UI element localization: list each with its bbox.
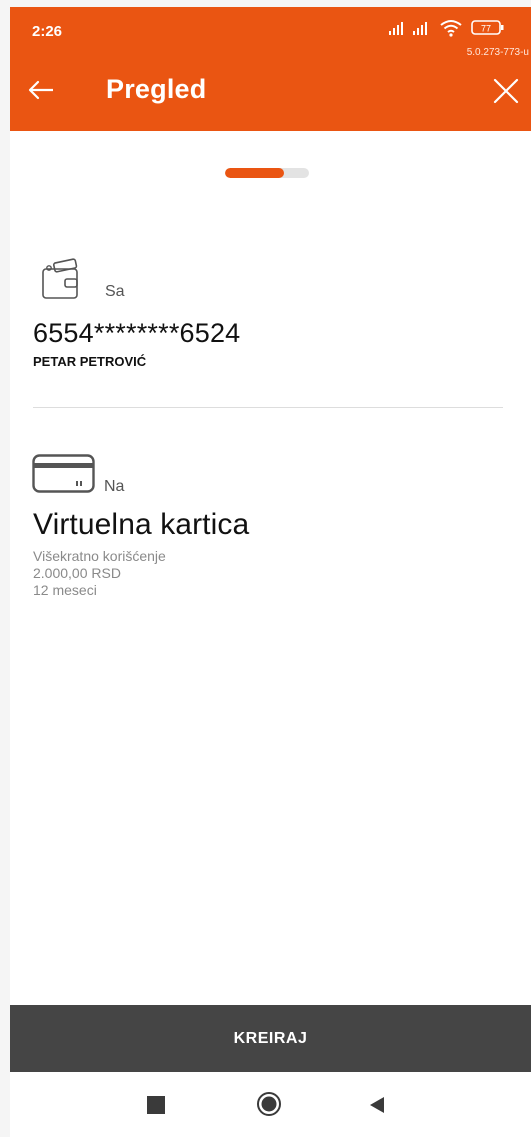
system-navbar: [10, 1072, 531, 1137]
battery-level: 77: [481, 23, 491, 33]
card-amount: 2.000,00 RSD: [33, 565, 121, 581]
step-progress-fill: [225, 168, 284, 178]
page-title: Pregled: [106, 74, 207, 104]
from-account-owner: PETAR PETROVIĆ: [33, 354, 147, 369]
section-divider: [33, 407, 503, 408]
card-duration: 12 meseci: [33, 582, 97, 598]
from-account-number: 6554********6524: [33, 318, 241, 348]
card-usage: Višekratno korišćenje: [33, 548, 166, 564]
status-time: 2:26: [32, 23, 63, 40]
home-circle-icon: [257, 1092, 281, 1116]
wifi-icon: [440, 20, 462, 37]
phone-screen: 2:26 77 5.0.273-773-u Pregled Sa 6554***…: [10, 7, 531, 1137]
arrow-left-icon: [28, 80, 53, 100]
to-label: Na: [104, 478, 125, 495]
close-button[interactable]: [489, 74, 523, 108]
status-icons: 77: [389, 19, 519, 43]
close-icon: [493, 78, 519, 104]
recent-apps-button[interactable]: [147, 1096, 165, 1114]
target-card-name: Virtuelna kartica: [33, 508, 250, 541]
system-back-button[interactable]: [368, 1096, 386, 1114]
from-label: Sa: [105, 283, 125, 300]
app-version: 5.0.273-773-u: [466, 47, 529, 58]
signal-icon: [389, 22, 403, 35]
back-triangle-icon: [370, 1097, 384, 1113]
signal-icon-2: [413, 22, 427, 35]
home-button[interactable]: [256, 1091, 282, 1117]
create-button[interactable]: KREIRAJ: [10, 1005, 531, 1072]
app-bar: 2:26 77 5.0.273-773-u Pregled: [10, 7, 531, 131]
battery-icon: 77: [471, 20, 504, 35]
step-progress-bar: [225, 168, 309, 178]
back-button[interactable]: [24, 73, 58, 107]
card-icon: [32, 454, 95, 493]
wallet-icon: [42, 258, 78, 299]
